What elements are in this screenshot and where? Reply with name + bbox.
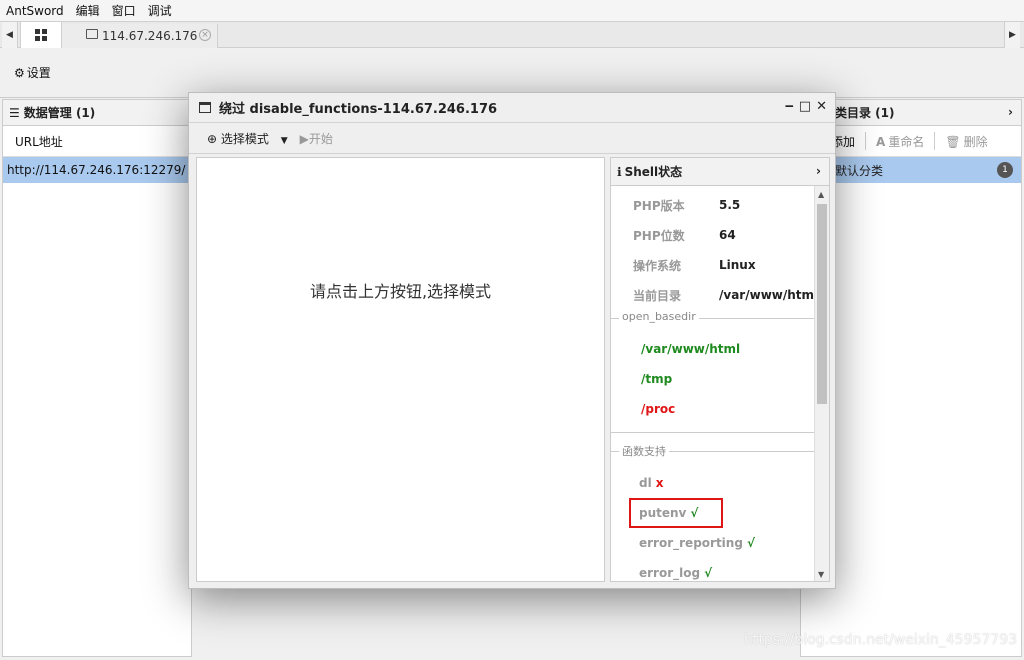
bypass-dialog: 绕过 disable_functions-114.67.246.176 ‒ □ … <box>188 92 836 589</box>
toolbar-divider <box>865 132 867 150</box>
info-key: PHP位数 <box>633 228 685 243</box>
data-manager-title: 数据管理 (1) <box>23 106 96 120</box>
settings-button[interactable]: ⚙ 设置 <box>14 64 51 81</box>
func-mark: √ <box>704 566 713 580</box>
shell-status-header: ℹ Shell状态 › <box>611 158 829 186</box>
caret-down-icon: ▼ <box>280 136 288 146</box>
watermark: https://blog.csdn.net/weixin_45957793 <box>744 632 1018 648</box>
info-row: PHP位数 64 <box>611 220 814 250</box>
shell-scrollbar[interactable]: ▲ ▼ <box>814 186 829 581</box>
list-icon: ☰ <box>9 105 20 120</box>
func-mark: √ <box>690 506 699 520</box>
func-label: 函数支持 <box>619 443 669 459</box>
func-name: dl <box>639 476 652 490</box>
toolbar: ⚙ 设置 <box>0 48 1024 98</box>
dialog-title-bar[interactable]: 绕过 disable_functions-114.67.246.176 ‒ □ … <box>189 93 835 123</box>
dialog-toolbar: ⊕ 选择模式 ▼ ▶开始 <box>189 124 835 154</box>
folder-icon <box>86 29 98 39</box>
info-key: 操作系统 <box>633 258 682 273</box>
select-mode-button[interactable]: ⊕ 选择模式 ▼ <box>207 130 288 147</box>
data-manager-panel: ☰ 数据管理 (1) URL地址 http://114.67.246.176:1… <box>2 99 192 657</box>
func-item: error_log √ <box>639 566 712 580</box>
tab-bar: ◀ 114.67.246.176 × ▶ <box>0 21 1024 48</box>
window-controls: ‒ □ ✕ <box>785 99 827 114</box>
menu-window[interactable]: 窗口 <box>112 2 136 19</box>
menu-antsword[interactable]: AntSword <box>6 4 64 18</box>
toolbar-divider <box>934 132 936 150</box>
info-key: PHP版本 <box>633 198 685 213</box>
gear-icon: ⚙ <box>14 66 25 80</box>
tab-home[interactable] <box>20 22 62 48</box>
func-item: error_reporting √ <box>639 536 755 550</box>
func-mark: x <box>655 476 664 490</box>
grid-icon <box>35 29 47 41</box>
hint-text: 请点击上方按钮,选择模式 <box>309 282 492 301</box>
data-manager-header: ☰ 数据管理 (1) <box>3 100 191 126</box>
info-value: 5.5 <box>719 198 741 212</box>
func-mark: √ <box>746 536 755 550</box>
mode-content-area: 请点击上方按钮,选择模式 <box>196 157 605 582</box>
basedir-label: open_basedir <box>619 310 699 323</box>
window-icon <box>199 102 211 113</box>
basedir-bottom-divider <box>611 432 814 433</box>
tab-close-icon[interactable]: × <box>199 29 211 41</box>
trash-icon: 🗑 <box>945 134 961 149</box>
delete-label: 删除 <box>963 134 988 149</box>
start-button[interactable]: ▶开始 <box>300 130 333 147</box>
info-row: PHP版本 5.5 <box>611 190 814 220</box>
basedir-path: /var/www/html <box>641 342 741 356</box>
chevron-right-icon[interactable]: › <box>816 164 821 178</box>
shell-status-panel: ℹ Shell状态 › PHP版本 5.5 PHP位数 64 操作系统 Linu… <box>610 157 830 582</box>
scroll-down-icon[interactable]: ▼ <box>818 570 824 579</box>
select-mode-label: 选择模式 <box>220 132 269 146</box>
menu-debug[interactable]: 调试 <box>148 2 172 19</box>
rename-label: 重命名 <box>888 134 925 149</box>
plus-circle-icon: ⊕ <box>207 132 218 146</box>
rename-icon: A <box>876 134 886 149</box>
info-row: 操作系统 Linux <box>611 250 814 280</box>
menu-edit[interactable]: 编辑 <box>76 2 100 19</box>
settings-label: 设置 <box>26 66 51 80</box>
chevron-right-icon[interactable]: › <box>1008 105 1013 119</box>
info-row: 当前目录 /var/www/htm <box>611 280 814 310</box>
minimize-icon[interactable]: ‒ <box>785 99 794 114</box>
tab-scroll-right-button[interactable]: ▶ <box>1004 22 1020 48</box>
tab-shell[interactable]: 114.67.246.176 × <box>62 24 218 48</box>
close-icon[interactable]: ✕ <box>816 99 827 114</box>
basedir-path: /proc <box>641 402 676 416</box>
info-icon: ℹ <box>617 164 622 179</box>
table-row[interactable]: http://114.67.246.176:12279/ <box>3 157 191 183</box>
info-value: 64 <box>719 228 736 242</box>
menu-bar: AntSword 编辑 窗口 调试 <box>0 0 1024 21</box>
category-label: 默认分类 <box>835 163 884 178</box>
maximize-icon[interactable]: □ <box>799 99 811 114</box>
rename-category-button[interactable]: A 重命名 <box>876 133 924 150</box>
tab-shell-label: 114.67.246.176 <box>102 29 198 43</box>
func-name: error_reporting <box>639 536 743 550</box>
basedir-path: /tmp <box>641 372 673 386</box>
delete-category-button[interactable]: 🗑 删除 <box>945 133 987 150</box>
url-column-header[interactable]: URL地址 <box>3 126 191 157</box>
scroll-up-icon[interactable]: ▲ <box>818 190 824 199</box>
func-item: putenv √ <box>639 506 698 520</box>
func-name: error_log <box>639 566 701 580</box>
shell-status-title: Shell状态 <box>624 165 683 179</box>
start-label: 开始 <box>308 132 333 146</box>
play-icon: ▶ <box>299 132 309 146</box>
info-value: /var/www/htm <box>719 288 814 302</box>
func-item: dl x <box>639 476 663 490</box>
info-value: Linux <box>719 258 756 272</box>
dialog-title: 绕过 disable_functions-114.67.246.176 <box>219 102 498 117</box>
shell-status-body: PHP版本 5.5 PHP位数 64 操作系统 Linux 当前目录 /var/… <box>611 186 814 581</box>
scroll-thumb[interactable] <box>817 204 827 404</box>
func-name: putenv <box>639 506 687 520</box>
tab-scroll-left-button[interactable]: ◀ <box>2 22 18 48</box>
category-title: 类目录 (1) <box>835 106 895 120</box>
count-badge: 1 <box>997 162 1013 178</box>
info-key: 当前目录 <box>633 288 682 303</box>
